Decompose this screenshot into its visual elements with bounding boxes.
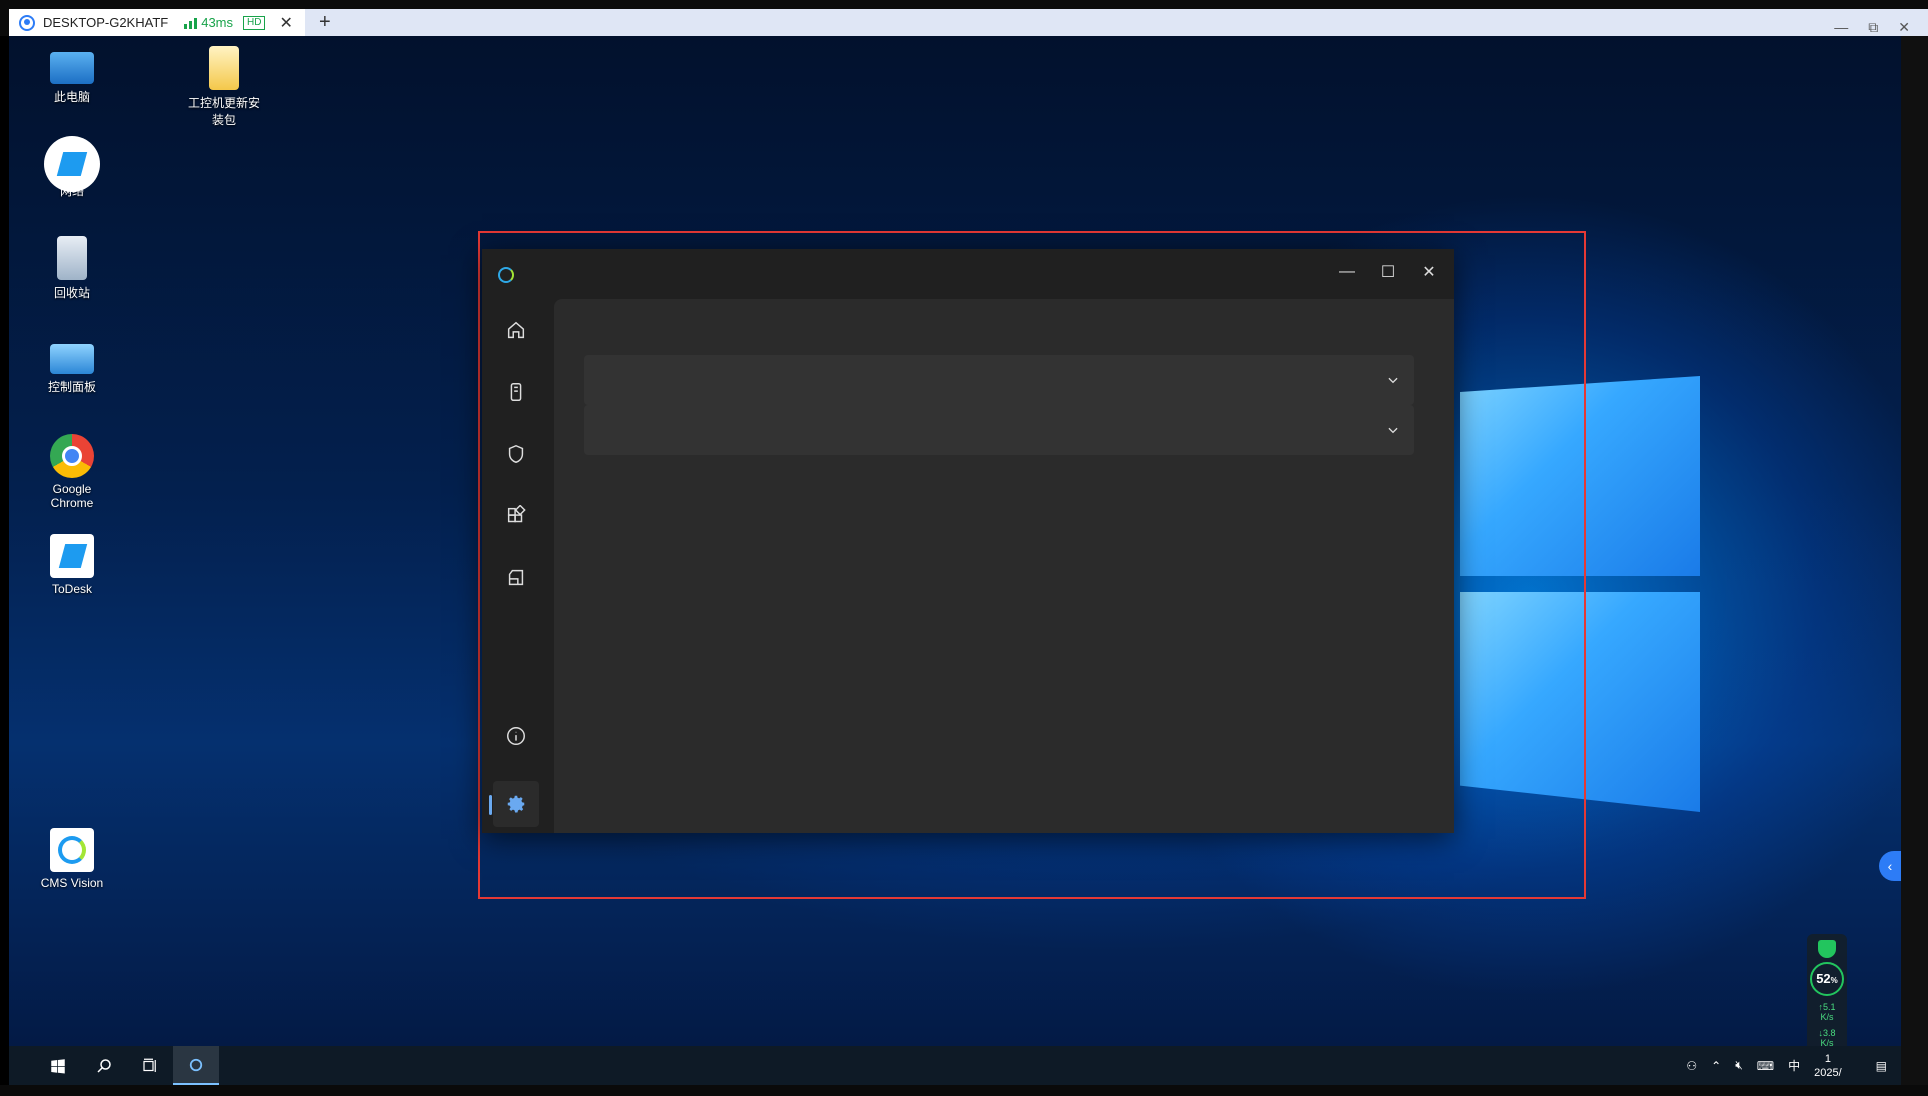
clock-time: 1 — [1824, 1052, 1831, 1065]
windows-start-icon — [51, 1058, 65, 1073]
remote-session-bar: DESKTOP-G2KHATF 43ms HD ✕ + — ⧉ ✕ — [0, 0, 1928, 36]
desktop-icon-label: 此电脑 — [53, 90, 90, 104]
task-view-icon — [143, 1058, 156, 1072]
volume-muted-icon[interactable]: 🔇︎ — [1735, 1058, 1743, 1073]
tab-strip: DESKTOP-G2KHATF 43ms HD ✕ + — ⧉ ✕ — [9, 9, 1928, 36]
cms-vision-icon — [50, 828, 94, 872]
app-title-bar[interactable]: — ☐ ✕ — [482, 249, 1454, 299]
computer-icon — [50, 52, 94, 84]
tab-close-button[interactable]: ✕ — [279, 13, 292, 33]
recycle-bin-icon — [57, 236, 87, 280]
app-maximize-button[interactable]: ☐ — [1371, 257, 1405, 287]
performance-widget[interactable]: 52% ↑5.1 K/s ↓3.8 K/s — [1807, 934, 1847, 1056]
hd-badge: HD — [243, 15, 266, 30]
storage-icon — [508, 569, 524, 586]
app-window[interactable]: — ☐ ✕ — [482, 249, 1454, 833]
desktop-icon-control-panel[interactable]: 控制面板 — [27, 336, 117, 395]
taskbar-app-button[interactable] — [173, 1046, 219, 1085]
restore-button[interactable]: ⧉ — [1868, 19, 1878, 36]
chevron-down-icon — [1388, 427, 1398, 434]
minimize-button[interactable]: — — [1834, 19, 1848, 36]
bottom-margin — [0, 1085, 1928, 1096]
settings-expander-2[interactable] — [584, 405, 1414, 455]
shield-icon — [508, 444, 524, 464]
app-logo-icon — [189, 1058, 203, 1071]
session-window-controls: — ⧉ ✕ — [1834, 19, 1910, 36]
nav-selected-indicator — [489, 795, 492, 815]
task-view-button[interactable] — [127, 1046, 173, 1085]
new-tab-button[interactable]: + — [319, 11, 331, 34]
search-button[interactable] — [81, 1046, 127, 1085]
desktop-icon-label: ToDesk — [51, 582, 92, 596]
info-icon — [507, 727, 525, 745]
desktop-icon-label: Google Chrome — [50, 482, 94, 510]
folder-icon — [209, 46, 239, 90]
chevron-down-icon — [1388, 377, 1398, 384]
start-button[interactable] — [35, 1046, 81, 1085]
system-tray: ⚇ ⌃ 🔇︎ ⌨ 中 1 2025/ ▤ — [1686, 1046, 1901, 1085]
app-close-button[interactable]: ✕ — [1412, 257, 1446, 287]
apps-icon — [507, 505, 526, 523]
device-icon — [510, 383, 522, 401]
desktop-icon-cms-vision[interactable]: CMS Vision — [27, 828, 117, 890]
desktop-icon-todesk[interactable]: ToDesk — [27, 534, 117, 596]
people-icon[interactable]: ⚇ — [1686, 1059, 1697, 1073]
nav-device-button[interactable] — [493, 369, 539, 415]
signal-icon — [184, 17, 198, 29]
remote-tab[interactable]: DESKTOP-G2KHATF 43ms HD ✕ — [9, 9, 305, 36]
app-nav-rail — [482, 299, 552, 833]
remote-host: DESKTOP-G2KHATF — [43, 15, 169, 30]
keyboard-icon[interactable]: ⌨ — [1757, 1059, 1774, 1073]
nav-about-button[interactable] — [493, 713, 539, 759]
nav-storage-button[interactable] — [493, 555, 539, 601]
desktop-icon-chrome[interactable]: Google Chrome — [27, 434, 117, 510]
chevron-left-icon: ‹ — [1887, 858, 1893, 874]
close-button[interactable]: ✕ — [1898, 19, 1910, 36]
nav-home-button[interactable] — [493, 307, 539, 353]
app-content-area — [554, 299, 1454, 833]
right-margin — [1901, 36, 1928, 1096]
upload-rate: ↑5.1 K/s — [1818, 1002, 1836, 1022]
side-panel-toggle[interactable]: ‹ — [1879, 851, 1901, 881]
desktop-icon-label: 回收站 — [53, 286, 90, 300]
desktop-icon-recycle-bin[interactable]: 回收站 — [27, 236, 117, 301]
taskbar: ⚇ ⌃ 🔇︎ ⌨ 中 1 2025/ ▤ — [9, 1046, 1901, 1085]
settings-expander-1[interactable] — [584, 355, 1414, 405]
desktop-icon-label: 控制面板 — [47, 380, 96, 394]
desktop-icon-network[interactable]: 网络 — [27, 136, 117, 199]
latency-indicator: 43ms — [184, 15, 233, 30]
tray-chevron-up-icon[interactable]: ⌃ — [1711, 1059, 1721, 1073]
clock[interactable]: 1 2025/ — [1814, 1052, 1842, 1080]
notification-icon[interactable]: ▤ — [1876, 1059, 1887, 1073]
ime-indicator[interactable]: 中 — [1788, 1057, 1800, 1074]
home-icon — [507, 321, 525, 339]
nav-settings-button[interactable] — [493, 781, 539, 827]
clock-date: 2025/ — [1814, 1066, 1842, 1079]
search-icon — [97, 1058, 111, 1073]
download-rate: ↓3.8 K/s — [1818, 1028, 1836, 1048]
security-shield-icon — [1818, 940, 1836, 958]
network-icon — [44, 136, 100, 192]
control-panel-icon — [50, 344, 94, 374]
user-icon — [19, 14, 35, 31]
desktop-icon-update-package[interactable]: 工控机更新安装包 — [174, 46, 274, 128]
desktop-icon-label: CMS Vision — [40, 876, 104, 890]
nav-security-button[interactable] — [493, 431, 539, 477]
app-logo-icon — [498, 267, 514, 283]
desktop-icon-this-pc[interactable]: 此电脑 — [27, 46, 117, 105]
desktop-icon-label: 工控机更新安装包 — [187, 96, 260, 127]
app-minimize-button[interactable]: — — [1330, 257, 1364, 287]
nav-apps-button[interactable] — [493, 493, 539, 539]
cpu-usage-ring: 52% — [1810, 962, 1844, 996]
settings-icon — [507, 795, 525, 813]
todesk-icon — [50, 534, 94, 578]
chrome-icon — [50, 434, 94, 478]
latency-value: 43ms — [201, 15, 234, 30]
